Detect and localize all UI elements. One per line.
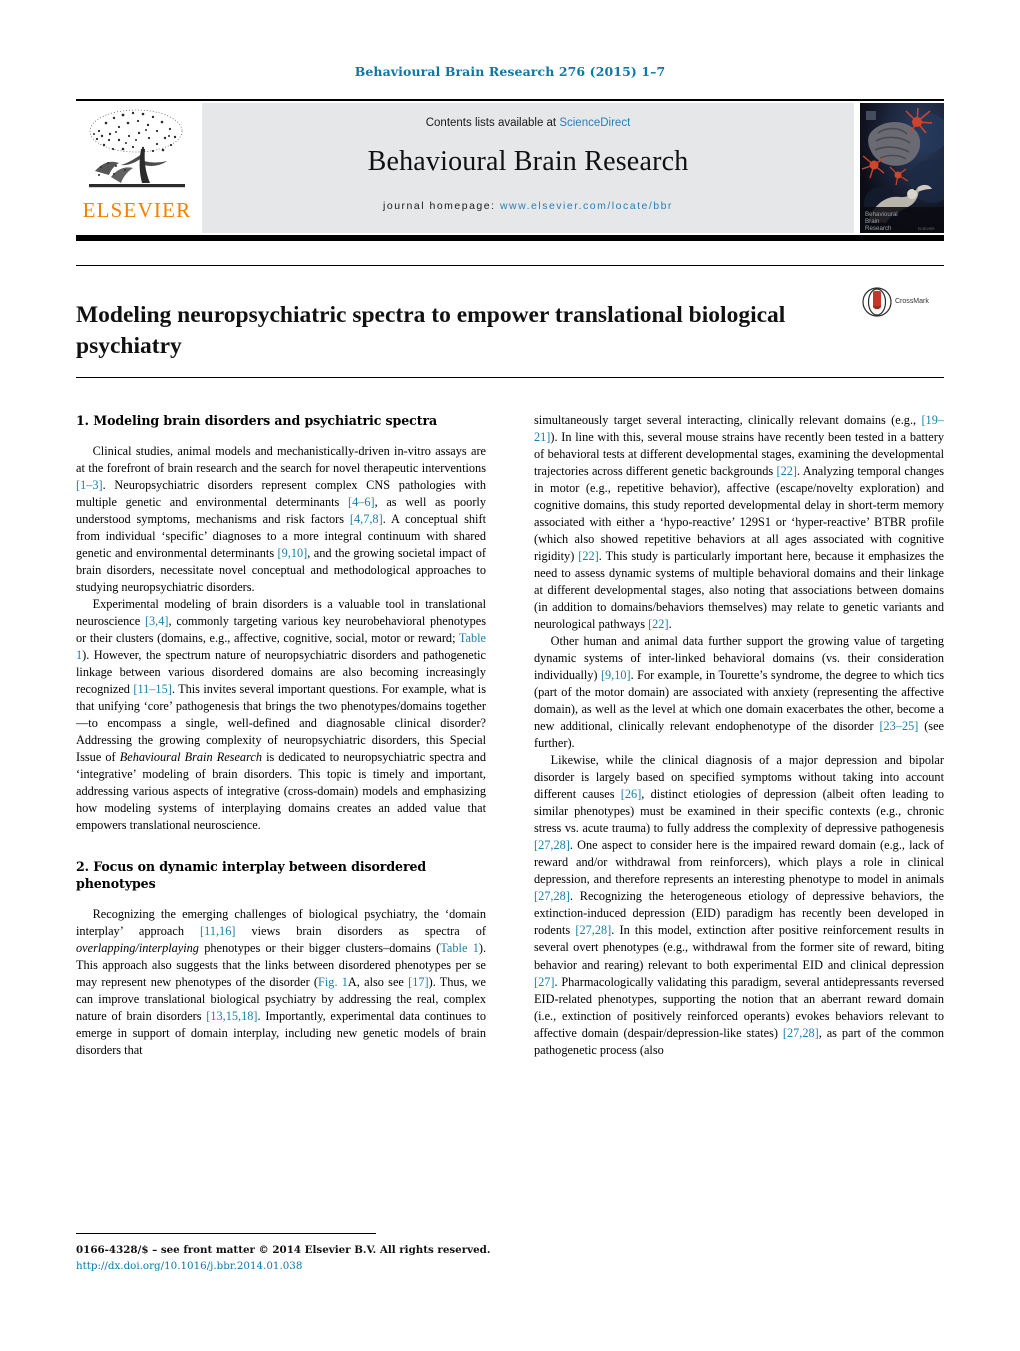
journal-info-band: Contents lists available at ScienceDirec…	[202, 103, 854, 233]
contents-prefix: Contents lists available at	[425, 117, 560, 129]
journal-cover-artwork-icon: Behavioural Brain Research ELSEVIER	[860, 103, 944, 233]
crossmark-badge-icon	[862, 287, 892, 317]
svg-text:Brain: Brain	[865, 218, 880, 225]
crossmark-label: CrossMark	[895, 298, 929, 306]
citation-ref[interactable]: [22]	[777, 464, 798, 478]
homepage-prefix: journal homepage:	[383, 200, 500, 212]
citation-ref[interactable]: [22]	[578, 549, 599, 563]
citation-ref[interactable]: [3,4]	[145, 614, 169, 628]
doi-link[interactable]: http://dx.doi.org/10.1016/j.bbr.2014.01.…	[76, 1259, 506, 1274]
citation-ref[interactable]: [11,16]	[200, 924, 235, 938]
journal-name-italic: Behavioural Brain Research	[119, 750, 263, 765]
emphasis-italic: overlapping/interplaying	[76, 941, 199, 956]
right-text-column: simultaneously target several interactin…	[534, 412, 944, 1224]
journal-homepage-link[interactable]: www.elsevier.com/locate/bbr	[500, 200, 673, 212]
journal-masthead: ELSEVIER Contents lists available at Sci…	[76, 99, 944, 241]
section-heading-1: 1. Modeling brain disorders and psychiat…	[76, 413, 438, 428]
crossmark-badge[interactable]: CrossMark	[862, 285, 940, 319]
citation-ref[interactable]: [9,10]	[278, 546, 308, 560]
masthead-bottom-rule	[76, 235, 944, 241]
citation-ref[interactable]: [11–15]	[133, 682, 171, 696]
citation-ref[interactable]: [4–6]	[348, 495, 375, 509]
page-title: Modeling neuropsychiatric spectra to emp…	[76, 301, 786, 359]
journal-cover-thumbnail[interactable]: Behavioural Brain Research ELSEVIER	[860, 103, 944, 233]
footer-rule	[76, 1233, 376, 1234]
journal-homepage-line: journal homepage: www.elsevier.com/locat…	[383, 200, 673, 212]
citation-ref[interactable]: [17]	[408, 975, 429, 989]
citation-ref[interactable]: [27,28]	[534, 889, 570, 903]
svg-text:ELSEVIER: ELSEVIER	[918, 227, 935, 231]
running-head: Behavioural Brain Research 276 (2015) 1–…	[354, 64, 666, 79]
paragraph-right-3: Likewise, while the clinical diagnosis o…	[534, 752, 944, 1058]
table-ref[interactable]: Table 1	[440, 941, 479, 955]
contents-available-line: Contents lists available at ScienceDirec…	[426, 117, 631, 129]
paragraph-left-1: Clinical studies, animal models and mech…	[76, 443, 486, 596]
citation-ref[interactable]: [27,28]	[534, 838, 570, 852]
citation-ref[interactable]: [27]	[534, 975, 555, 989]
text-run: simultaneously target several interactin…	[534, 413, 922, 427]
article-page: Behavioural Brain Research 276 (2015) 1–…	[0, 0, 1020, 1351]
text-run: phenotypes or their bigger clusters–doma…	[198, 941, 441, 956]
title-top-rule	[76, 265, 944, 266]
left-text-column: 1. Modeling brain disorders and psychiat…	[76, 412, 486, 1202]
paragraph-left-2: Experimental modeling of brain disorders…	[76, 596, 486, 834]
paragraph-right-2: Other human and animal data further supp…	[534, 633, 944, 752]
citation-ref[interactable]: [1–3]	[76, 478, 103, 492]
copyright-line: 0166-4328/$ – see front matter © 2014 El…	[76, 1244, 491, 1256]
text-run: .	[668, 617, 672, 632]
paragraph-left-3: Recognizing the emerging challenges of b…	[76, 906, 486, 1059]
citation-ref[interactable]: [4,7,8]	[350, 512, 383, 526]
citation-ref[interactable]: [13,15,18]	[206, 1009, 257, 1023]
svg-text:Behavioural: Behavioural	[865, 211, 898, 218]
elsevier-logo[interactable]: ELSEVIER	[76, 103, 198, 233]
text-run: A, also see	[347, 975, 409, 990]
paragraph-right-1: simultaneously target several interactin…	[534, 412, 944, 633]
citation-ref[interactable]: [27,28]	[783, 1026, 819, 1040]
citation-ref[interactable]: [27,28]	[575, 923, 611, 937]
title-bottom-rule	[76, 377, 944, 378]
svg-text:Research: Research	[865, 225, 892, 232]
masthead-top-rule	[76, 99, 944, 101]
text-run: . One aspect to consider here is the imp…	[534, 838, 944, 887]
citation-ref[interactable]: [23–25]	[879, 719, 918, 733]
journal-title: Behavioural Brain Research	[367, 146, 689, 177]
elsevier-wordmark: ELSEVIER	[82, 198, 192, 222]
text-run: views brain disorders as spectra of	[235, 924, 486, 939]
page-footer: 0166-4328/$ – see front matter © 2014 El…	[76, 1243, 506, 1275]
sciencedirect-link[interactable]: ScienceDirect	[559, 117, 630, 129]
text-run: Clinical studies, animal models and mech…	[76, 444, 486, 476]
citation-ref[interactable]: [22]	[648, 617, 669, 631]
elsevier-tree-icon	[89, 109, 185, 188]
citation-ref[interactable]: [26]	[621, 787, 642, 801]
section-heading-2: 2. Focus on dynamic interplay between di…	[76, 859, 427, 892]
citation-ref[interactable]: [9,10]	[601, 668, 631, 682]
figure-ref[interactable]: Fig. 1	[318, 975, 348, 989]
